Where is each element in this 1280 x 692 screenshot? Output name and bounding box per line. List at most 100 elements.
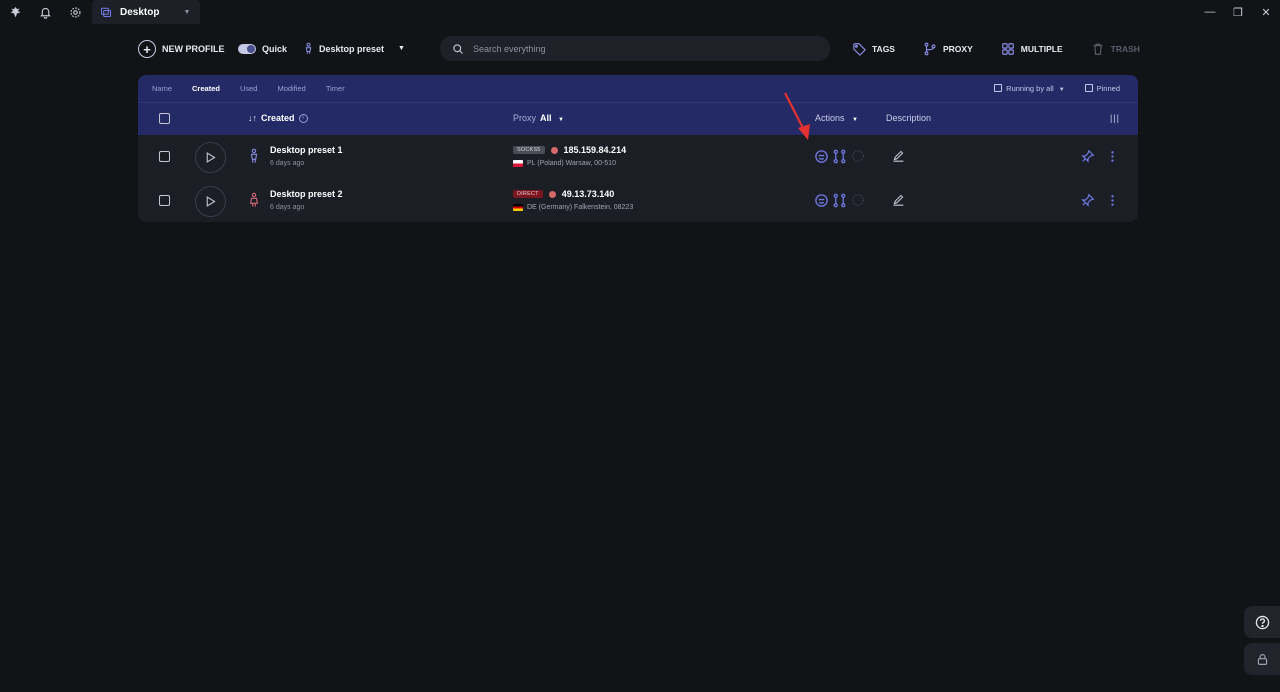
search-bar[interactable] <box>440 36 830 61</box>
columns-settings-icon[interactable]: ||| <box>1110 113 1120 123</box>
edit-description-icon[interactable] <box>892 193 905 206</box>
quick-toggle[interactable]: Quick <box>238 44 287 54</box>
proxy-button[interactable]: PROXY <box>923 42 973 56</box>
proxy-info[interactable]: SOCKS5 185.159.84.214 <box>513 145 626 155</box>
help-button[interactable] <box>1244 606 1280 638</box>
column-headers: ↓↑ Created i Proxy All ▼ Actions ▼ Descri… <box>138 103 1138 135</box>
play-icon <box>206 152 216 163</box>
cookie-robot-icon[interactable] <box>814 149 829 164</box>
select-all-checkbox[interactable] <box>159 113 170 124</box>
sort-name[interactable]: Name <box>152 84 172 93</box>
search-icon <box>453 43 463 54</box>
proxy-location: PL (Poland) Warsaw, 00-510 <box>513 160 616 167</box>
sort-timer[interactable]: Timer <box>326 84 345 93</box>
trash-button[interactable]: TRASH <box>1091 42 1140 56</box>
germany-flag-icon <box>513 204 523 211</box>
tab-desktop[interactable]: Desktop ▼ <box>92 0 201 24</box>
chevron-down-icon: ▼ <box>1058 87 1065 93</box>
proxy-type-badge: SOCKS5 <box>513 146 545 154</box>
proxy-type-badge: DIRECT <box>513 190 543 198</box>
git-compare-icon[interactable] <box>832 193 847 208</box>
loading-icon <box>852 150 864 162</box>
chevron-down-icon: ▼ <box>558 117 564 123</box>
chevron-down-icon: ▼ <box>852 117 858 123</box>
column-created-label: Created <box>261 113 295 123</box>
minimize-icon[interactable]: — <box>1196 0 1224 24</box>
table-row[interactable]: Desktop preset 2 6 days ago DIRECT 49.13… <box>138 179 1138 222</box>
row-checkbox[interactable] <box>159 151 170 162</box>
window-controls: — ❐ ✕ <box>1196 0 1280 24</box>
person-icon <box>250 148 258 163</box>
running-by-all-checkbox[interactable]: Running by all ▼ <box>994 84 1065 93</box>
info-icon[interactable]: i <box>298 113 308 123</box>
column-proxy-label: Proxy <box>513 113 537 123</box>
multiple-label: MULTIPLE <box>1020 44 1063 54</box>
more-options-icon[interactable] <box>1110 149 1115 164</box>
toolbar-actions: TAGS PROXY MULTIPLE TRASH <box>852 36 1168 62</box>
proxy-filter-value: All <box>540 113 552 123</box>
pinned-label: Pinned <box>1096 84 1120 93</box>
proxy-info[interactable]: DIRECT 49.13.73.140 <box>513 189 614 199</box>
trash-icon <box>1093 43 1102 55</box>
sort-created[interactable]: Created <box>192 84 220 93</box>
preset-select[interactable]: Desktop preset ▼ <box>304 42 405 55</box>
location-text: DE (Germany) Falkenstein, 08223 <box>527 204 634 211</box>
pinned-checkbox[interactable]: Pinned <box>1084 84 1120 93</box>
help-icon <box>1255 615 1269 629</box>
status-dot <box>550 146 558 154</box>
chevron-down-icon: ▼ <box>398 45 405 52</box>
lock-icon <box>1257 653 1267 665</box>
column-actions-label: Actions <box>815 113 845 123</box>
profiles-table: Name Created Used Modified Timer Running… <box>138 75 1138 222</box>
status-dot <box>548 190 556 198</box>
new-profile-label: NEW PROFILE <box>162 44 225 54</box>
lock-button[interactable] <box>1244 643 1280 675</box>
desktop-tab-icon <box>100 7 112 18</box>
tags-button[interactable]: TAGS <box>852 42 895 56</box>
proxy-location: DE (Germany) Falkenstein, 08223 <box>513 204 633 211</box>
cookie-robot-icon[interactable] <box>814 193 829 208</box>
row-checkbox[interactable] <box>159 195 170 206</box>
title-bar: Desktop ▼ — ❐ ✕ <box>0 0 1280 24</box>
pin-icon[interactable] <box>1081 193 1095 207</box>
tags-label: TAGS <box>872 44 895 54</box>
poland-flag-icon <box>513 160 523 167</box>
app-logo-icon[interactable] <box>0 0 30 24</box>
proxy-label: PROXY <box>942 44 973 54</box>
bell-icon[interactable] <box>30 0 60 24</box>
close-icon[interactable]: ✕ <box>1252 0 1280 24</box>
profile-date: 6 days ago <box>270 204 305 211</box>
play-button[interactable] <box>195 186 226 217</box>
tab-menu-icon[interactable]: ▼ <box>183 9 190 16</box>
toolbar: + NEW PROFILE Quick Desktop preset ▼ TAG… <box>138 36 1140 62</box>
profile-name[interactable]: Desktop preset 1 <box>270 145 343 155</box>
sort-modified[interactable]: Modified <box>277 84 305 93</box>
sort-tabs: Name Created Used Modified Timer <box>152 84 345 93</box>
git-compare-icon[interactable] <box>832 149 847 164</box>
running-by-all-label: Running by all <box>1006 84 1054 93</box>
pin-icon[interactable] <box>1081 149 1095 163</box>
quick-label: Quick <box>262 44 288 54</box>
proxy-ip: 185.159.84.214 <box>563 145 627 155</box>
sort-used[interactable]: Used <box>240 84 258 93</box>
column-actions[interactable]: Actions ▼ <box>815 113 858 123</box>
more-options-icon[interactable] <box>1110 193 1115 208</box>
tag-icon <box>853 43 866 56</box>
column-proxy[interactable]: Proxy All ▼ <box>513 113 564 123</box>
new-profile-button[interactable]: + NEW PROFILE <box>138 40 225 58</box>
sort-arrows-icon: ↓↑ <box>248 113 257 123</box>
profile-name[interactable]: Desktop preset 2 <box>270 189 343 199</box>
search-input[interactable] <box>473 43 793 54</box>
column-created[interactable]: ↓↑ Created i <box>248 113 308 123</box>
play-button[interactable] <box>195 142 226 173</box>
restore-icon[interactable]: ❐ <box>1224 0 1252 24</box>
trash-label: TRASH <box>1110 44 1140 54</box>
gear-icon[interactable] <box>60 0 90 24</box>
grid-icon <box>1001 43 1014 55</box>
multiple-button[interactable]: MULTIPLE <box>1001 42 1063 56</box>
loading-icon <box>852 194 864 206</box>
edit-description-icon[interactable] <box>892 149 905 162</box>
play-icon <box>206 196 216 207</box>
table-row[interactable]: Desktop preset 1 6 days ago SOCKS5 185.1… <box>138 135 1138 179</box>
profile-date: 6 days ago <box>270 160 305 167</box>
